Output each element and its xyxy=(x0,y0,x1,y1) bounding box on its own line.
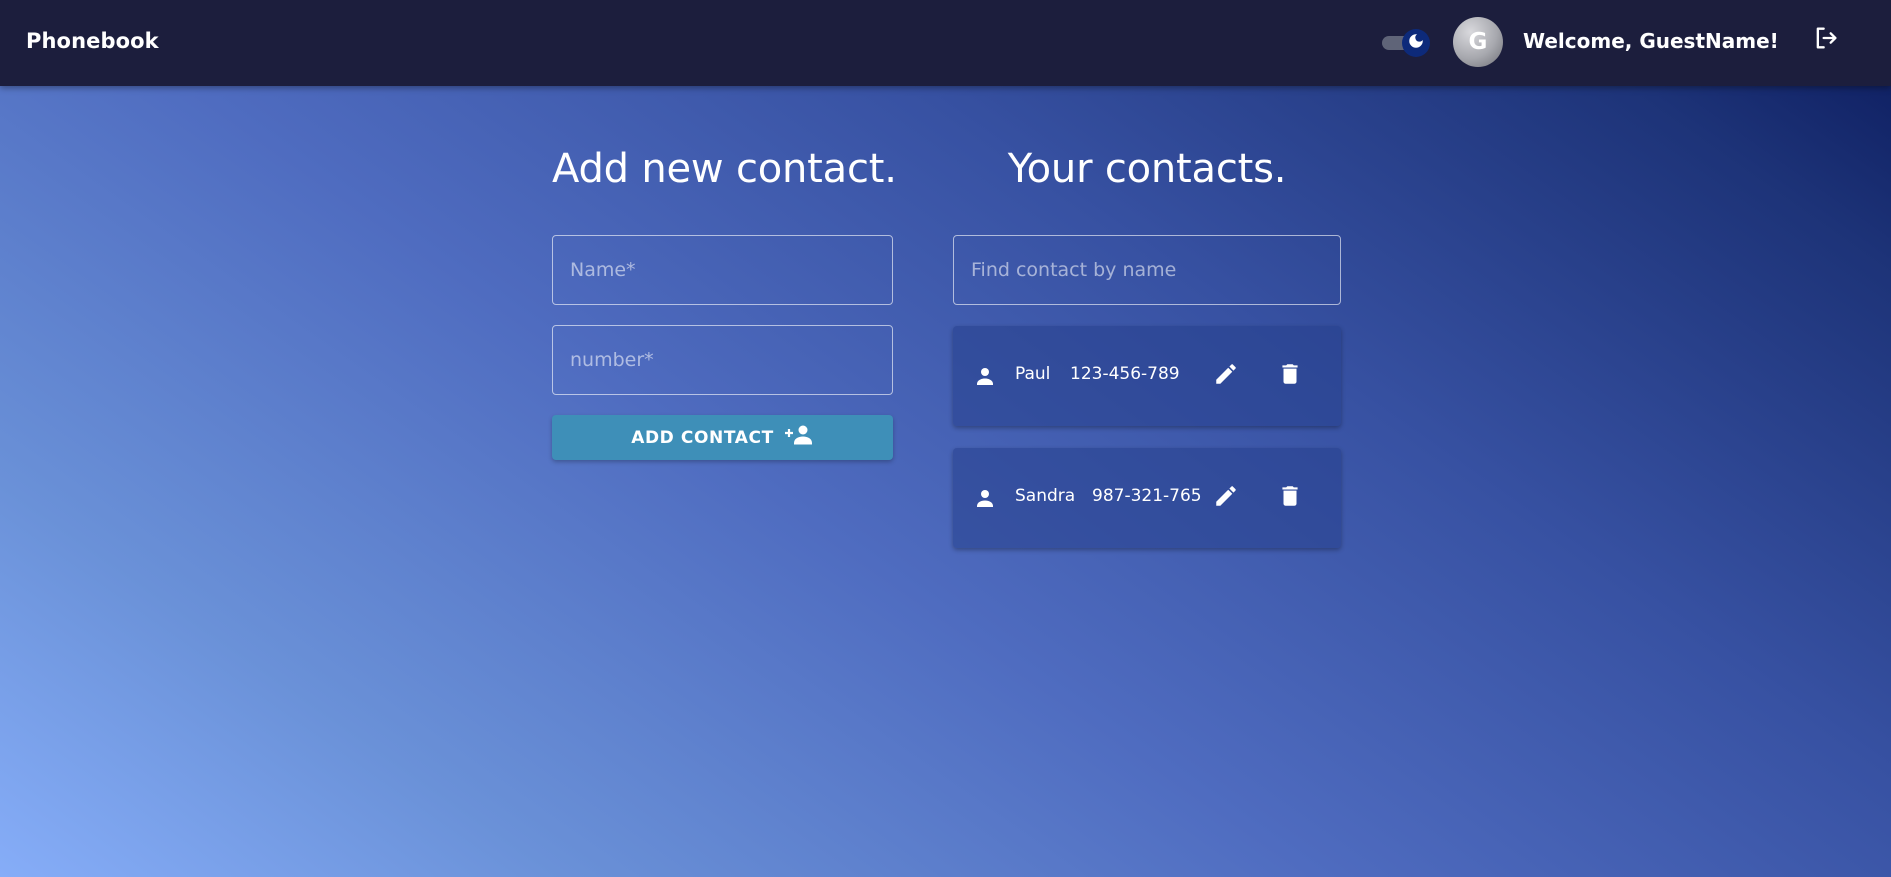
contacts-title: Your contacts. xyxy=(1007,146,1287,192)
contact-name: Paul xyxy=(1015,364,1051,384)
moon-icon xyxy=(1407,32,1425,54)
person-icon xyxy=(973,486,997,510)
edit-contact-button[interactable] xyxy=(1210,360,1242,392)
delete-contact-button[interactable] xyxy=(1274,482,1306,514)
contact-card: Sandra 987-321-765 xyxy=(953,448,1341,548)
add-contact-title: Add new contact. xyxy=(552,146,897,192)
brand-title[interactable]: Phonebook xyxy=(26,29,159,53)
person-add-icon xyxy=(784,423,814,452)
logout-button[interactable] xyxy=(1810,24,1842,56)
trash-icon xyxy=(1277,483,1303,513)
contact-card: Paul 123-456-789 xyxy=(953,326,1341,426)
avatar[interactable]: G xyxy=(1453,17,1503,67)
toggle-thumb xyxy=(1402,29,1430,57)
avatar-initial: G xyxy=(1468,29,1488,55)
theme-toggle[interactable] xyxy=(1380,29,1432,57)
logout-icon xyxy=(1812,24,1840,56)
welcome-text: Welcome, GuestName! xyxy=(1523,29,1779,53)
person-icon xyxy=(973,364,997,388)
trash-icon xyxy=(1277,361,1303,391)
delete-contact-button[interactable] xyxy=(1274,360,1306,392)
edit-contact-button[interactable] xyxy=(1210,482,1242,514)
pencil-icon xyxy=(1213,483,1239,513)
top-app-bar: Phonebook G Welcome, GuestName! xyxy=(0,0,1891,86)
contact-number: 987-321-765 xyxy=(1092,486,1202,506)
number-input[interactable] xyxy=(552,325,893,395)
pencil-icon xyxy=(1213,361,1239,391)
contact-name: Sandra xyxy=(1015,486,1076,506)
name-input[interactable] xyxy=(552,235,893,305)
contact-number: 123-456-789 xyxy=(1070,364,1180,384)
add-contact-button[interactable]: ADD CONTACT xyxy=(552,415,893,460)
search-input[interactable] xyxy=(953,235,1341,305)
add-contact-label: ADD CONTACT xyxy=(631,427,774,448)
